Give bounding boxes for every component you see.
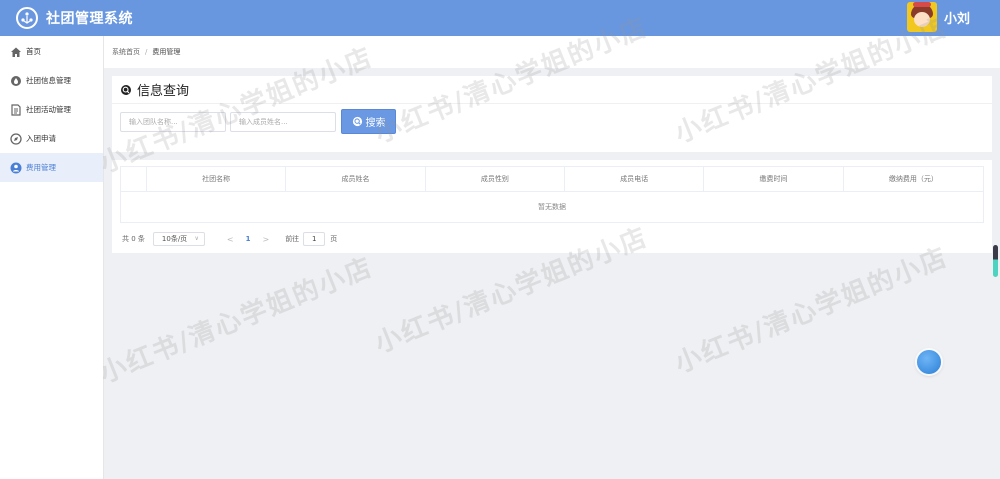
search-icon <box>352 116 362 127</box>
search-icon <box>121 84 131 95</box>
column-header-club-name: 社团名称 <box>147 167 287 191</box>
page-size-value: 10条/页 <box>161 235 188 243</box>
app-logo-icon <box>16 7 38 29</box>
sidebar-item-label: 社团信息管理 <box>26 76 71 85</box>
document-icon <box>10 103 22 116</box>
user-name[interactable]: 小刘 <box>944 8 970 27</box>
home-icon <box>10 46 22 58</box>
goto-label: 前往 <box>285 235 300 243</box>
pagination: 共 0 条 10条/页 ∨ < 1 > 前往 1 页 <box>122 232 337 246</box>
sidebar-item-club-info[interactable]: 社团信息管理 <box>0 66 103 95</box>
next-page-button[interactable]: > <box>262 235 269 244</box>
avatar[interactable] <box>906 2 937 32</box>
chevron-down-icon: ∨ <box>194 235 199 242</box>
search-button-label: 搜索 <box>365 118 386 129</box>
app-title: 社团管理系统 <box>46 11 133 27</box>
breadcrumb-home[interactable]: 系统首页 <box>112 47 140 57</box>
sidebar: 首页 社团信息管理 社团活动管理 入团申请 费用管理 <box>0 36 104 479</box>
fee-table-panel: 社团名称 成员姓名 成员性别 成员电话 缴费时间 缴纳费用（元） 暂无数据 共 … <box>112 160 992 253</box>
sidebar-item-label: 首页 <box>26 47 41 56</box>
user-badge-icon <box>10 162 22 174</box>
scroll-indicator[interactable] <box>993 245 998 277</box>
column-header-payment-time: 缴费时间 <box>704 167 844 191</box>
sidebar-item-label: 社团活动管理 <box>26 105 71 114</box>
member-name-input[interactable] <box>230 111 336 132</box>
goto-page-input[interactable]: 1 <box>303 232 326 246</box>
watermark: 小红书/清心学姐的小店 <box>670 242 953 380</box>
user-menu[interactable]: 小刘 <box>906 2 970 32</box>
total-count: 共 0 条 <box>122 235 145 243</box>
search-panel-header: 信息查询 <box>112 76 992 104</box>
breadcrumb-separator: / <box>145 48 148 56</box>
column-header-member-gender: 成员性别 <box>426 167 565 191</box>
sidebar-item-club-activity[interactable]: 社团活动管理 <box>0 95 103 124</box>
page-size-select[interactable]: 10条/页 ∨ <box>152 232 205 246</box>
goto-suffix: 页 <box>330 235 338 243</box>
search-form: 搜索 <box>112 109 992 134</box>
sidebar-item-home[interactable]: 首页 <box>0 37 103 66</box>
search-button[interactable]: 搜索 <box>341 109 396 134</box>
column-header-member-name: 成员姓名 <box>286 167 426 191</box>
select-all-column[interactable] <box>121 167 147 191</box>
empty-state: 暂无数据 <box>538 203 566 211</box>
team-name-input[interactable] <box>120 111 226 132</box>
top-header: 社团管理系统 小刘 <box>0 0 1000 36</box>
fee-table: 社团名称 成员姓名 成员性别 成员电话 缴费时间 缴纳费用（元） 暂无数据 <box>120 166 984 223</box>
floating-assistant-button[interactable] <box>917 350 941 374</box>
watermark: 小红书/清心学姐的小店 <box>95 252 378 390</box>
table-header: 社团名称 成员姓名 成员性别 成员电话 缴费时间 缴纳费用（元） <box>121 167 983 192</box>
breadcrumb-current: 费用管理 <box>152 48 181 56</box>
droplet-icon <box>10 75 22 87</box>
prev-page-button[interactable]: < <box>227 235 234 244</box>
compass-icon <box>10 132 22 145</box>
search-panel: 信息查询 搜索 <box>112 76 992 152</box>
page-number-current[interactable]: 1 <box>246 235 251 243</box>
sidebar-item-join-application[interactable]: 入团申请 <box>0 124 103 153</box>
sidebar-item-fee-management[interactable]: 费用管理 <box>0 153 103 182</box>
page-title: 信息查询 <box>137 84 190 99</box>
sidebar-item-label: 费用管理 <box>26 163 56 172</box>
column-header-payment-amount: 缴纳费用（元） <box>888 175 938 183</box>
breadcrumb: 系统首页 / 费用管理 <box>104 36 1000 68</box>
sidebar-item-label: 入团申请 <box>26 134 56 143</box>
column-header-member-phone: 成员电话 <box>565 167 705 191</box>
